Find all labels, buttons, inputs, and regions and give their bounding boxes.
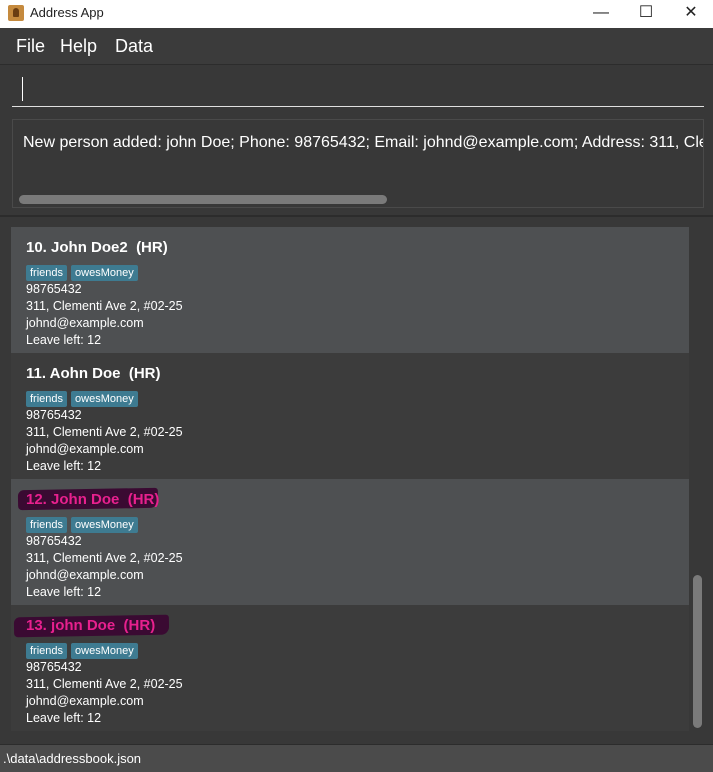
tag-owesmoney: owesMoney: [71, 265, 138, 281]
tag-friends: friends: [26, 265, 68, 281]
minimize-button[interactable]: —: [578, 0, 624, 28]
person-name: 12. John Doe (HR): [26, 491, 160, 508]
maximize-button[interactable]: ☐: [623, 0, 669, 28]
person-list-panel: 10. John Doe2 (HR) friends owesMoney 9876…: [0, 217, 713, 742]
window-title: Address App: [30, 5, 104, 20]
tag-list: friends owesMoney: [26, 515, 142, 533]
person-phone: 98765432: [26, 534, 82, 548]
result-text-area[interactable]: New person added: john Doe; Phone: 98765…: [12, 119, 704, 208]
person-phone: 98765432: [26, 660, 82, 674]
app-icon: [8, 5, 24, 21]
person-email: johnd@example.com: [26, 694, 144, 708]
tag-friends: friends: [26, 517, 68, 533]
menu-file[interactable]: File: [16, 36, 45, 57]
result-message: New person added: john Doe; Phone: 98765…: [23, 134, 703, 151]
save-location: .\data\addressbook.json: [3, 751, 142, 766]
person-phone: 98765432: [26, 282, 82, 296]
person-name: 13. john Doe (HR): [26, 617, 156, 634]
command-box: [0, 65, 713, 115]
title-bar: Address App — ☐ ✕: [0, 0, 713, 28]
menu-help[interactable]: Help: [60, 36, 97, 57]
tag-friends: friends: [26, 391, 68, 407]
person-address: 311, Clementi Ave 2, #02-25: [26, 299, 183, 313]
tag-list: friends owesMoney: [26, 263, 142, 281]
tag-owesmoney: owesMoney: [71, 517, 138, 533]
person-address: 311, Clementi Ave 2, #02-25: [26, 551, 183, 565]
person-card[interactable]: 13. john Doe (HR) friends owesMoney 98765…: [11, 605, 689, 731]
tag-friends: friends: [26, 643, 68, 659]
tag-list: friends owesMoney: [26, 641, 142, 659]
menu-data[interactable]: Data: [115, 36, 153, 57]
person-leave: Leave left: 12: [26, 333, 102, 347]
text-caret: [22, 77, 23, 101]
horizontal-scrollbar[interactable]: [19, 195, 387, 204]
person-card[interactable]: 12. John Doe (HR) friends owesMoney 98765…: [11, 479, 689, 605]
close-button[interactable]: ✕: [668, 0, 713, 28]
person-card[interactable]: 11. Aohn Doe (HR) friends owesMoney 98765…: [11, 353, 689, 479]
person-email: johnd@example.com: [26, 568, 144, 582]
person-address: 311, Clementi Ave 2, #02-25: [26, 425, 183, 439]
tag-owesmoney: owesMoney: [71, 391, 138, 407]
vertical-scrollbar[interactable]: [693, 575, 702, 728]
person-address: 311, Clementi Ave 2, #02-25: [26, 677, 183, 691]
person-list[interactable]: 10. John Doe2 (HR) friends owesMoney 9876…: [11, 227, 689, 733]
person-name: 11. Aohn Doe (HR): [26, 365, 161, 382]
person-phone: 98765432: [26, 408, 82, 422]
person-leave: Leave left: 12: [26, 585, 102, 599]
person-leave: Leave left: 12: [26, 711, 102, 725]
person-email: johnd@example.com: [26, 442, 144, 456]
tag-owesmoney: owesMoney: [71, 643, 138, 659]
person-leave: Leave left: 12: [26, 459, 102, 473]
result-display: New person added: john Doe; Phone: 98765…: [0, 115, 713, 217]
tag-list: friends owesMoney: [26, 389, 142, 407]
command-input[interactable]: [12, 71, 704, 107]
menu-bar: File Help Data: [0, 28, 713, 65]
status-bar: .\data\addressbook.json: [0, 744, 713, 772]
person-name: 10. John Doe2 (HR): [26, 239, 168, 256]
person-card[interactable]: 10. John Doe2 (HR) friends owesMoney 9876…: [11, 227, 689, 353]
person-email: johnd@example.com: [26, 316, 144, 330]
